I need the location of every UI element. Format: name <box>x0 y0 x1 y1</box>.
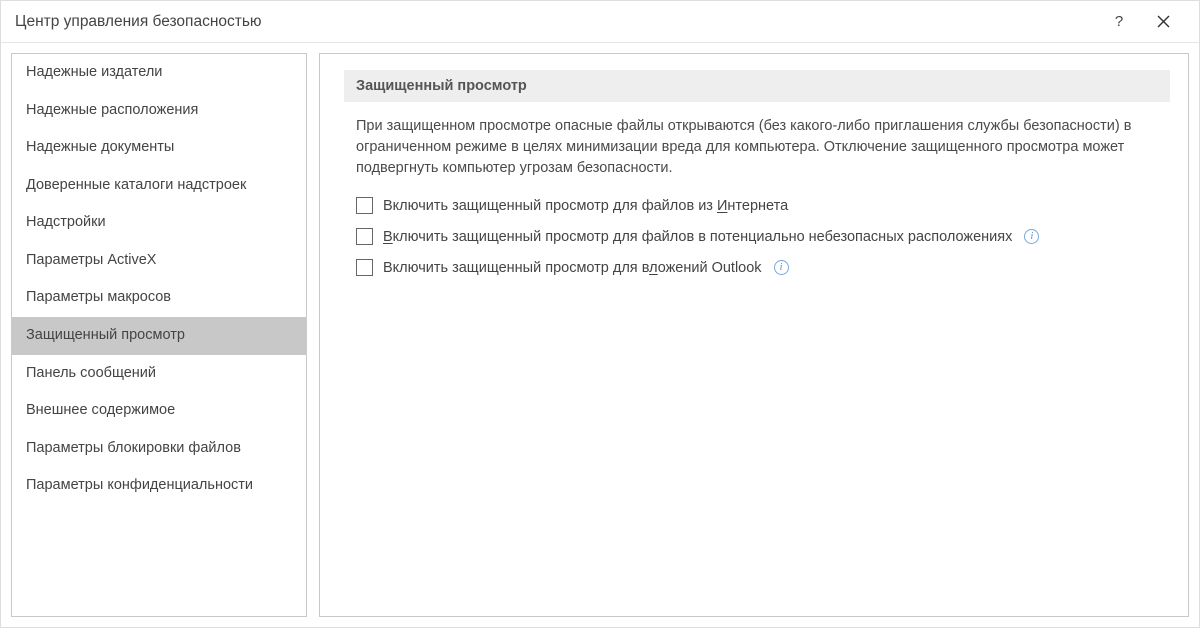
sidebar-item-label: Надежные расположения <box>26 102 198 118</box>
sidebar-item-label: Надежные издатели <box>26 64 162 80</box>
sidebar-item[interactable]: Надстройки <box>12 204 306 242</box>
close-button[interactable] <box>1141 1 1185 43</box>
option-label[interactable]: Включить защищенный просмотр для вложени… <box>383 260 762 276</box>
option-label[interactable]: Включить защищенный просмотр для файлов … <box>383 229 1012 245</box>
trust-center-dialog: Центр управления безопасностью ? Надежны… <box>0 0 1200 628</box>
main-panel: Защищенный просмотр При защищенном просм… <box>319 53 1189 617</box>
sidebar-item-label: Параметры конфиденциальности <box>26 477 253 493</box>
sidebar-item-label: Доверенные каталоги надстроек <box>26 177 246 193</box>
sidebar-item-label: Параметры блокировки файлов <box>26 440 241 456</box>
protected-view-option: Включить защищенный просмотр для вложени… <box>344 255 1170 286</box>
sidebar-item[interactable]: Параметры блокировки файлов <box>12 430 306 468</box>
sidebar-item-label: Надежные документы <box>26 139 174 155</box>
dialog-body: Надежные издатели Надежные расположения На… <box>1 43 1199 627</box>
category-sidebar: Надежные издатели Надежные расположения На… <box>11 53 307 617</box>
help-button[interactable]: ? <box>1097 1 1141 43</box>
sidebar-item[interactable]: Параметры макросов <box>12 279 306 317</box>
section-description: При защищенном просмотре опасные файлы о… <box>344 116 1170 193</box>
sidebar-item[interactable]: Надежные расположения <box>12 92 306 130</box>
protected-view-option: Включить защищенный просмотр для файлов … <box>344 224 1170 255</box>
close-icon <box>1157 15 1170 28</box>
sidebar-item[interactable]: Надежные документы <box>12 129 306 167</box>
sidebar-item-label: Панель сообщений <box>26 365 156 381</box>
options-group: Включить защищенный просмотр для файлов … <box>344 193 1170 286</box>
sidebar-item[interactable]: Параметры ActiveX <box>12 242 306 280</box>
sidebar-item-label: Параметры макросов <box>26 289 171 305</box>
titlebar: Центр управления безопасностью ? <box>1 1 1199 43</box>
sidebar-item[interactable]: Надежные издатели <box>12 54 306 92</box>
checkbox[interactable] <box>356 228 373 245</box>
sidebar-item[interactable]: Параметры конфиденциальности <box>12 467 306 505</box>
section-header: Защищенный просмотр <box>344 70 1170 102</box>
sidebar-item[interactable]: Доверенные каталоги надстроек <box>12 167 306 205</box>
sidebar-item[interactable]: Защищенный просмотр <box>12 317 306 355</box>
option-label[interactable]: Включить защищенный просмотр для файлов … <box>383 198 788 214</box>
dialog-title: Центр управления безопасностью <box>15 13 262 31</box>
protected-view-option: Включить защищенный просмотр для файлов … <box>344 193 1170 224</box>
checkbox[interactable] <box>356 197 373 214</box>
help-icon: ? <box>1115 13 1123 30</box>
sidebar-item-label: Защищенный просмотр <box>26 327 185 343</box>
sidebar-item[interactable]: Внешнее содержимое <box>12 392 306 430</box>
sidebar-item[interactable]: Панель сообщений <box>12 355 306 393</box>
sidebar-item-label: Надстройки <box>26 214 106 230</box>
sidebar-item-label: Параметры ActiveX <box>26 252 156 268</box>
info-icon[interactable]: i <box>1024 229 1039 244</box>
info-icon[interactable]: i <box>774 260 789 275</box>
checkbox[interactable] <box>356 259 373 276</box>
sidebar-item-label: Внешнее содержимое <box>26 402 175 418</box>
